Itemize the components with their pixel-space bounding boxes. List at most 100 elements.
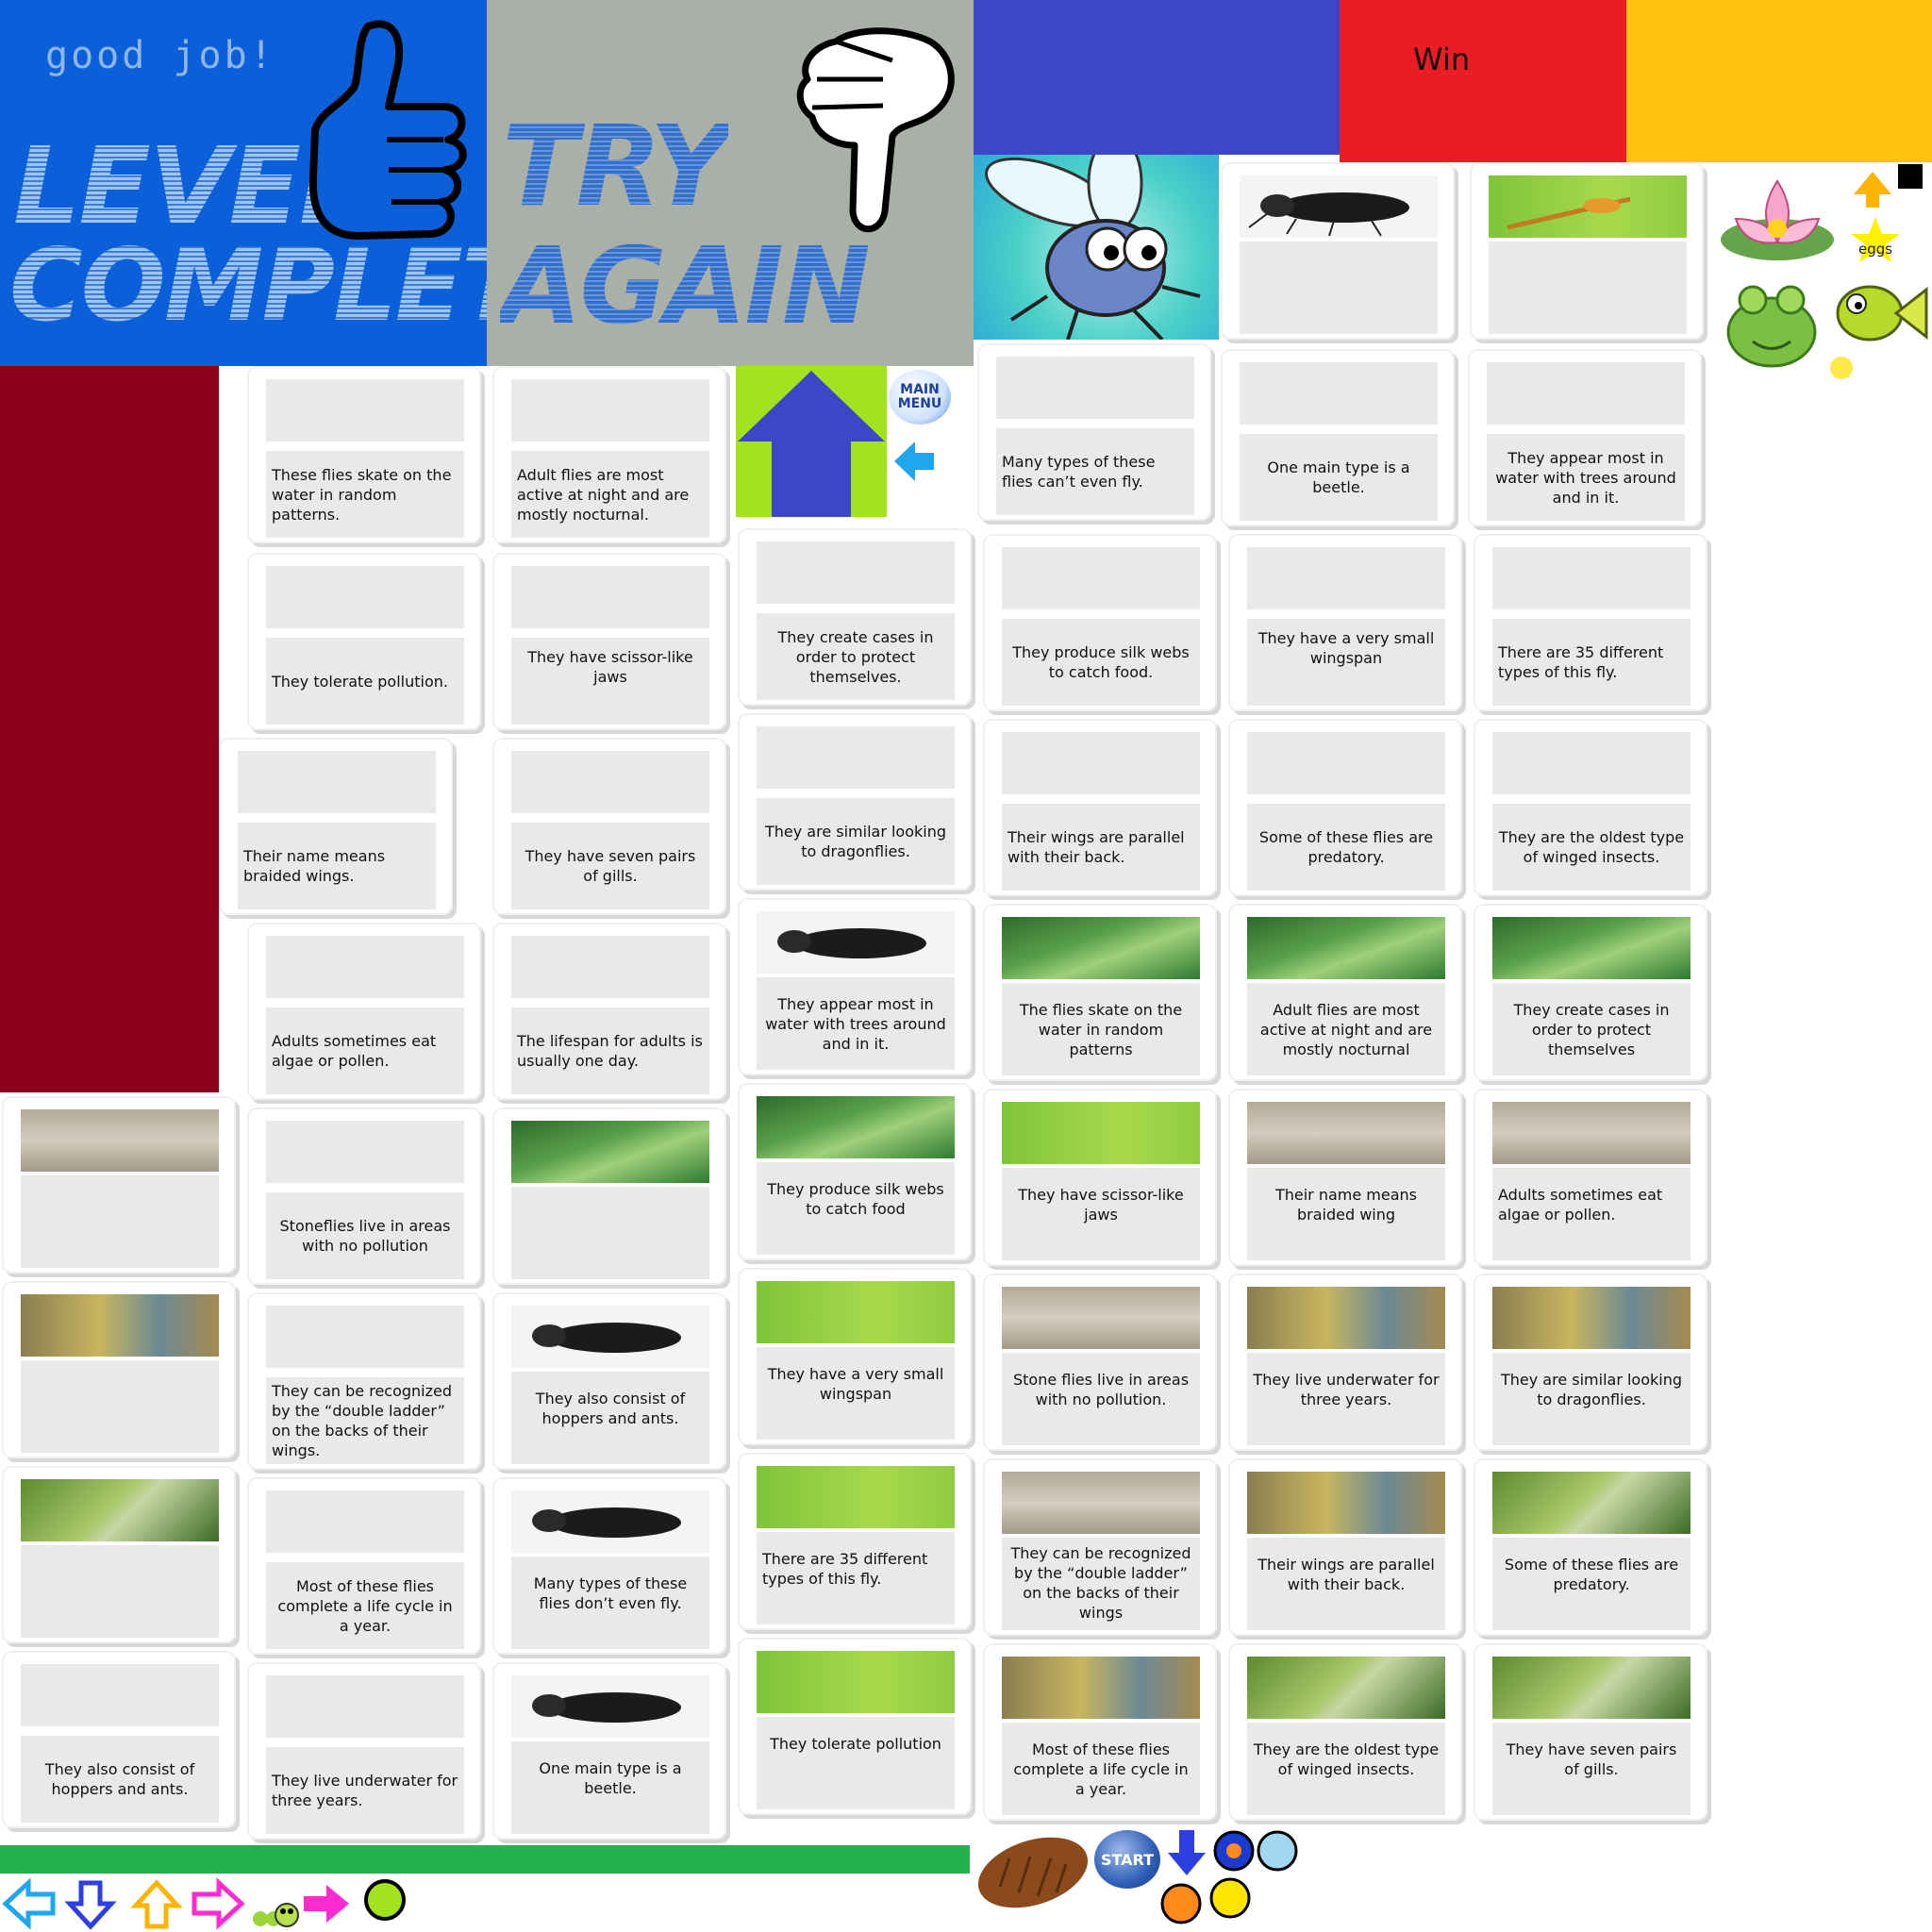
card[interactable]: They have scissor-like jaws: [492, 553, 726, 730]
win-label: Win: [1413, 42, 1471, 77]
card[interactable]: These flies skate on the water in random…: [247, 366, 481, 543]
card[interactable]: They appear most in water with trees aro…: [738, 898, 972, 1075]
card[interactable]: The flies skate on the water in random p…: [983, 904, 1217, 1081]
card[interactable]: They have seven pairs of gills.: [492, 738, 726, 915]
lily-icon: [1721, 179, 1834, 260]
card[interactable]: They have scissor-like jaws: [983, 1089, 1217, 1266]
card[interactable]: They appear most in water with trees aro…: [1468, 349, 1702, 526]
fly-icon: [985, 134, 1201, 341]
controls-row: [2, 1877, 406, 1930]
card[interactable]: They create cases in order to protect th…: [738, 528, 972, 706]
start-button[interactable]: START: [1094, 1830, 1160, 1889]
card[interactable]: [2, 1281, 236, 1458]
card[interactable]: They live underwater for three years.: [1228, 1274, 1462, 1451]
card-beetle-top[interactable]: [1221, 162, 1455, 340]
orange-dot-icon[interactable]: [1160, 1883, 1202, 1924]
green-dot-icon[interactable]: [364, 1879, 406, 1921]
card[interactable]: There are 35 different types of this fly…: [738, 1453, 972, 1630]
card[interactable]: They tolerate pollution: [738, 1638, 972, 1815]
card[interactable]: The lifespan for adults is usually one d…: [492, 923, 726, 1100]
card[interactable]: One main type is a beetle.: [492, 1662, 726, 1840]
card[interactable]: They can be recognized by the “double la…: [247, 1292, 481, 1470]
yellow-dot-icon[interactable]: [1209, 1877, 1251, 1919]
card[interactable]: They have a very small wingspan: [1228, 534, 1462, 711]
good-job-text: good job!: [45, 34, 275, 77]
card[interactable]: Many types of these flies don’t even fly…: [492, 1477, 726, 1655]
fish-icon: [1830, 285, 1928, 379]
lightblue-dot-icon[interactable]: [1257, 1830, 1298, 1872]
right-arrow-icon[interactable]: [192, 1877, 245, 1930]
start-label: START: [1100, 1850, 1155, 1869]
card[interactable]: Their name means braided wing: [1228, 1089, 1462, 1266]
right-arrow-magenta-icon[interactable]: [304, 1885, 349, 1923]
card[interactable]: [492, 1108, 726, 1285]
down-arrow-icon[interactable]: [1168, 1830, 1206, 1875]
insect-icon: [1507, 196, 1631, 230]
up-arrow-icon: [738, 371, 885, 517]
level-complete-panel: good job! LEVEL COMPLETE: [0, 0, 596, 366]
main-menu-button[interactable]: MAIN MENU: [889, 370, 951, 425]
up-arrow-orange-icon[interactable]: [1854, 172, 1891, 208]
card[interactable]: They tolerate pollution.: [247, 553, 481, 730]
beetle-icon: [532, 1323, 681, 1353]
beetle-icon: [777, 928, 926, 958]
card[interactable]: They have seven pairs of gills.: [1474, 1643, 1707, 1821]
maroon-column: [0, 366, 219, 1092]
caterpillar-icon: [253, 1903, 299, 1927]
card[interactable]: They are the oldest type of winged insec…: [1228, 1643, 1462, 1821]
card[interactable]: They also consist of hoppers and ants.: [2, 1651, 236, 1828]
card-green-top[interactable]: [1470, 162, 1704, 340]
card[interactable]: Some of these flies are predatory.: [1474, 1458, 1707, 1636]
card[interactable]: Adult flies are most active at night and…: [1228, 904, 1462, 1081]
progress-bar: [0, 1845, 970, 1874]
bottom-dots: [1160, 1830, 1298, 1924]
thumbs-up-icon: [308, 20, 467, 240]
card[interactable]: They produce silk webs to catch food: [738, 1083, 972, 1260]
win-bar[interactable]: Win: [1340, 0, 1626, 162]
fly-character: [974, 134, 1219, 341]
card[interactable]: Their wings are parallel with their back…: [1228, 1458, 1462, 1636]
card[interactable]: Many types of these flies can’t even fly…: [977, 343, 1211, 521]
beetle-icon: [532, 1507, 681, 1538]
card[interactable]: [2, 1466, 236, 1643]
thumbs-down-icon: [796, 27, 955, 233]
left-arrow-icon[interactable]: [2, 1877, 56, 1930]
card[interactable]: They produce silk webs to catch food.: [983, 534, 1217, 711]
down-arrow-icon[interactable]: [64, 1880, 117, 1930]
purple-bar: [974, 0, 1340, 155]
pieces-panel: eggs: [1707, 162, 1932, 389]
eggs-label: eggs: [1858, 241, 1892, 258]
again-text: AGAIN: [500, 225, 871, 348]
card[interactable]: Most of these flies complete a life cycl…: [247, 1477, 481, 1655]
card[interactable]: They create cases in order to protect th…: [1474, 904, 1707, 1081]
blue-dot-icon[interactable]: [1213, 1830, 1255, 1872]
card[interactable]: Adults sometimes eat algae or pollen.: [247, 923, 481, 1100]
card[interactable]: Their wings are parallel with their back…: [983, 719, 1217, 896]
card[interactable]: Their name means braided wings.: [219, 738, 453, 915]
up-arrow-icon[interactable]: [130, 1879, 183, 1929]
card[interactable]: They live underwater for three years.: [247, 1662, 481, 1840]
beetle-icon: [1248, 192, 1409, 237]
left-arrow-icon[interactable]: [891, 438, 938, 485]
cocoon-icon: [977, 1837, 1089, 1908]
card[interactable]: They can be recognized by the “double la…: [983, 1458, 1217, 1636]
card[interactable]: They have a very small wingspan: [738, 1268, 972, 1445]
card[interactable]: Adults sometimes eat algae or pollen.: [1474, 1089, 1707, 1266]
card[interactable]: Adult flies are most active at night and…: [492, 366, 726, 543]
frog-icon: [1726, 285, 1817, 368]
card[interactable]: They are similar looking to dragonflies.: [738, 713, 972, 891]
card[interactable]: They are similar looking to dragonflies.: [1474, 1274, 1707, 1451]
card[interactable]: Stoneflies live in areas with no polluti…: [247, 1108, 481, 1285]
card[interactable]: Most of these flies complete a life cycl…: [983, 1643, 1217, 1821]
card[interactable]: There are 35 different types of this fly…: [1474, 534, 1707, 711]
try-text: TRY: [502, 101, 730, 231]
card[interactable]: [2, 1096, 236, 1274]
card[interactable]: They also consist of hoppers and ants.: [492, 1292, 726, 1470]
card[interactable]: Stone flies live in areas with no pollut…: [983, 1274, 1217, 1451]
up-arrow-panel[interactable]: [736, 366, 887, 517]
beetle-icon: [532, 1692, 681, 1723]
card[interactable]: One main type is a beetle.: [1221, 349, 1455, 526]
card[interactable]: They are the oldest type of winged insec…: [1474, 719, 1707, 896]
card[interactable]: Some of these flies are predatory.: [1228, 719, 1462, 896]
try-again-panel: TRY AGAIN: [487, 0, 974, 366]
